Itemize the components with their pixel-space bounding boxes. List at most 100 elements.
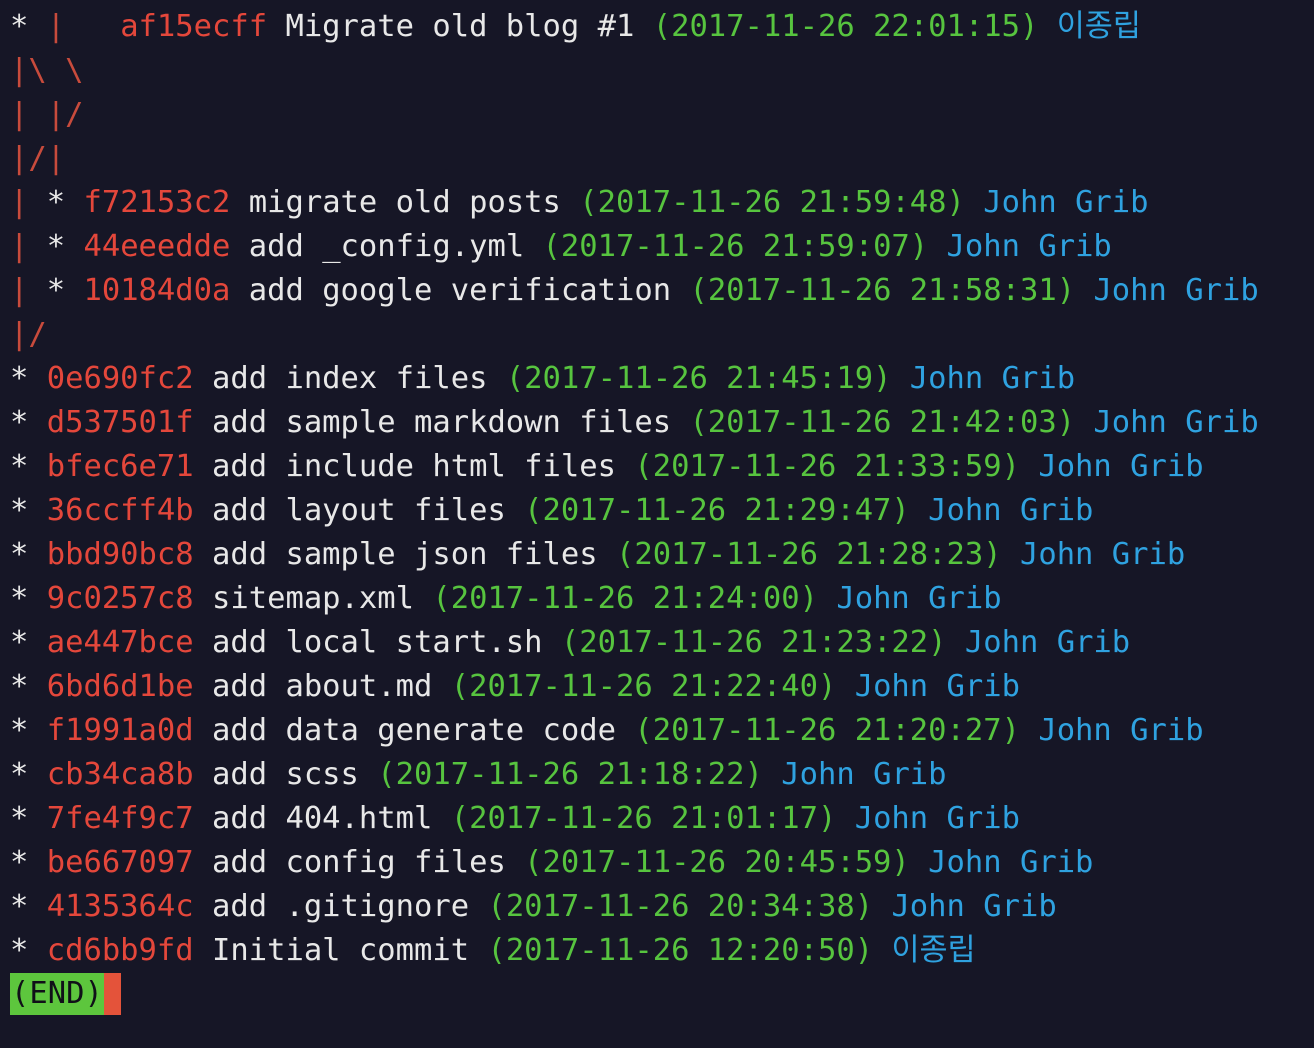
commit-hash: 36ccff4b <box>46 493 194 528</box>
commit-hash: 7fe4f9c7 <box>46 801 194 836</box>
commit-message: add data generate code <box>193 713 635 748</box>
commit-author: John Grib <box>891 361 1076 396</box>
end-indicator: (END) <box>10 973 104 1015</box>
commit-star: * <box>10 9 47 44</box>
commit-message: Initial commit <box>193 933 488 968</box>
git-log-output: * | af15ecff Migrate old blog #1 (2017-1… <box>10 5 1314 973</box>
commit-star: * <box>10 889 47 924</box>
commit-message: add scss <box>193 757 378 792</box>
commit-author: John Grib <box>1019 713 1204 748</box>
commit-line: * 0e690fc2 add index files (2017-11-26 2… <box>10 357 1314 401</box>
commit-date: (2017-11-26 21:58:31) <box>689 273 1076 308</box>
commit-author: John Grib <box>1075 273 1259 308</box>
commit-star: * <box>10 757 47 792</box>
commit-star: * <box>10 933 47 968</box>
cursor-block <box>103 973 121 1015</box>
commit-hash: f72153c2 <box>83 185 231 220</box>
commit-message: add _config.yml <box>230 229 543 264</box>
commit-author: John Grib <box>928 229 1112 264</box>
graph-branch: |/| <box>10 141 66 176</box>
commit-hash: be667097 <box>46 845 194 880</box>
commit-star: * <box>10 361 47 396</box>
graph-branch: | <box>10 185 47 220</box>
commit-line: * f1991a0d add data generate code (2017-… <box>10 709 1314 753</box>
commit-date: (2017-11-26 20:45:59) <box>524 845 910 880</box>
commit-message: add .gitignore <box>193 889 488 924</box>
commit-author: John Grib <box>946 625 1131 660</box>
graph-line: |/ <box>10 313 1314 357</box>
pager-status: (END) <box>10 973 121 1015</box>
commit-hash: cd6bb9fd <box>46 933 194 968</box>
commit-hash: 10184d0a <box>83 273 231 308</box>
commit-message: add config files <box>193 845 525 880</box>
commit-message: add about.md <box>193 669 451 704</box>
commit-message: add google verification <box>230 273 690 308</box>
commit-line: * cd6bb9fd Initial commit (2017-11-26 12… <box>10 929 1314 973</box>
commit-star: * <box>10 845 47 880</box>
commit-author: 이종립 <box>873 933 976 968</box>
commit-date: (2017-11-26 21:24:00) <box>432 581 818 616</box>
commit-message: add layout files <box>193 493 525 528</box>
graph-branch: | <box>10 273 47 308</box>
commit-line: * be667097 add config files (2017-11-26 … <box>10 841 1314 885</box>
commit-star: * <box>10 537 47 572</box>
commit-date: (2017-11-26 21:28:23) <box>615 537 1002 572</box>
commit-date: (2017-11-26 21:59:48) <box>579 185 965 220</box>
commit-hash: 0e690fc2 <box>46 361 194 396</box>
commit-line: * cb34ca8b add scss (2017-11-26 21:18:22… <box>10 753 1314 797</box>
commit-line: | * f72153c2 migrate old posts (2017-11-… <box>10 181 1314 225</box>
commit-author: John Grib <box>817 581 1002 616</box>
commit-star: * <box>46 185 84 220</box>
commit-date: (2017-11-26 21:01:17) <box>450 801 837 836</box>
commit-star: * <box>10 713 47 748</box>
commit-date: (2017-11-26 21:42:03) <box>689 405 1076 440</box>
commit-line: * 36ccff4b add layout files (2017-11-26 … <box>10 489 1314 533</box>
commit-star: * <box>46 273 84 308</box>
commit-author: 이종립 <box>1038 9 1141 44</box>
commit-star: * <box>10 493 47 528</box>
commit-hash: cb34ca8b <box>46 757 194 792</box>
commit-hash: 4135364c <box>46 889 194 924</box>
commit-hash: f1991a0d <box>46 713 194 748</box>
commit-message: sitemap.xml <box>193 581 433 616</box>
commit-line: * 4135364c add .gitignore (2017-11-26 20… <box>10 885 1314 929</box>
commit-hash: 9c0257c8 <box>46 581 194 616</box>
commit-hash: ae447bce <box>46 625 194 660</box>
commit-message: add index files <box>193 361 506 396</box>
commit-author: John Grib <box>762 757 947 792</box>
terminal-window[interactable]: * | af15ecff Migrate old blog #1 (2017-1… <box>0 0 1314 1048</box>
commit-date: (2017-11-26 20:34:38) <box>487 889 874 924</box>
commit-date: (2017-11-26 21:18:22) <box>377 757 763 792</box>
commit-author: John Grib <box>964 185 1149 220</box>
graph-branch: |\ \ <box>10 53 84 88</box>
graph-branch: |/ <box>10 317 47 352</box>
commit-date: (2017-11-26 21:23:22) <box>560 625 947 660</box>
commit-line: * ae447bce add local start.sh (2017-11-2… <box>10 621 1314 665</box>
commit-message: migrate old posts <box>230 185 580 220</box>
graph-branch: | |/ <box>10 97 84 132</box>
commit-line: * bfec6e71 add include html files (2017-… <box>10 445 1314 489</box>
commit-hash: 6bd6d1be <box>46 669 194 704</box>
graph-line: |\ \ <box>10 49 1314 93</box>
commit-author: John Grib <box>909 845 1094 880</box>
commit-line: | * 44eeedde add _config.yml (2017-11-26… <box>10 225 1314 269</box>
graph-line: | |/ <box>10 93 1314 137</box>
commit-date: (2017-11-26 21:22:40) <box>450 669 837 704</box>
commit-date: (2017-11-26 21:45:19) <box>505 361 892 396</box>
commit-date: (2017-11-26 22:01:15) <box>652 9 1039 44</box>
graph-branch: | <box>46 9 121 44</box>
commit-author: John Grib <box>909 493 1094 528</box>
commit-author: John Grib <box>836 669 1020 704</box>
commit-message: add include html files <box>193 449 635 484</box>
commit-star: * <box>10 405 47 440</box>
commit-date: (2017-11-26 21:20:27) <box>634 713 1020 748</box>
commit-date: (2017-11-26 21:59:07) <box>542 229 929 264</box>
commit-star: * <box>10 801 47 836</box>
commit-message: add local start.sh <box>193 625 561 660</box>
commit-author: John Grib <box>1019 449 1204 484</box>
commit-hash: d537501f <box>46 405 194 440</box>
commit-author: John Grib <box>873 889 1057 924</box>
commit-line: * 9c0257c8 sitemap.xml (2017-11-26 21:24… <box>10 577 1314 621</box>
graph-line: |/| <box>10 137 1314 181</box>
commit-message: add sample markdown files <box>193 405 690 440</box>
